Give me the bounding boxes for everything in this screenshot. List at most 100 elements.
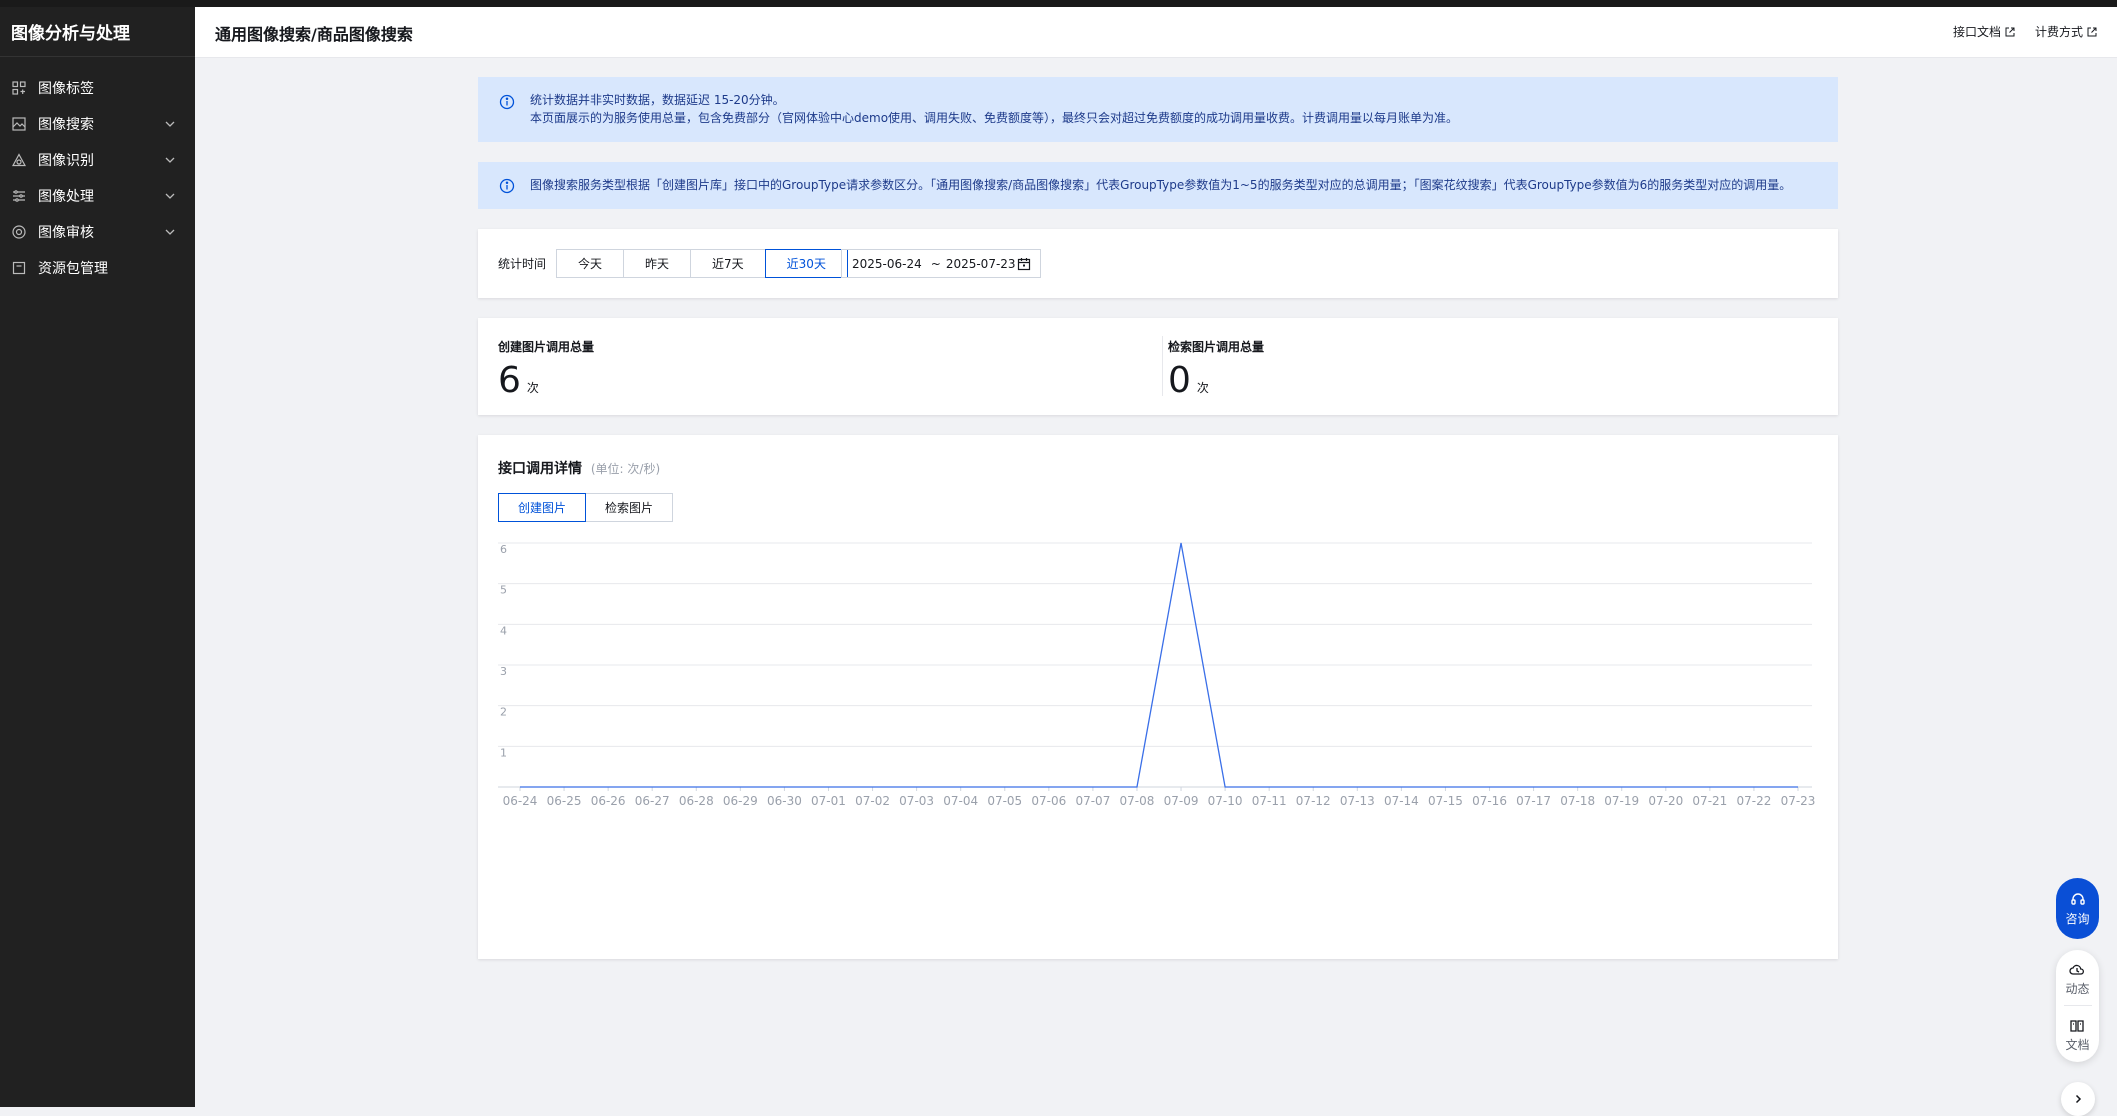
image-icon xyxy=(11,116,27,132)
external-link-icon xyxy=(2087,27,2097,37)
page-header: 通用图像搜索/商品图像搜索 接口文档 计费方式 xyxy=(195,7,2117,58)
x-tick-label: 06-27 xyxy=(635,794,670,808)
api-doc-link[interactable]: 接口文档 xyxy=(1953,23,2015,40)
chevron-down-icon xyxy=(163,117,177,131)
x-tick-label: 07-22 xyxy=(1736,794,1771,808)
search-total-label: 检索图片调用总量 xyxy=(1168,338,1264,355)
external-link-icon xyxy=(2005,27,2015,37)
sidebar-title: 图像分析与处理 xyxy=(0,7,195,57)
y-tick-label: 3 xyxy=(500,665,507,678)
info-icon xyxy=(499,94,515,110)
sidebar-item-label: 图像处理 xyxy=(38,186,94,206)
consult-label: 咨询 xyxy=(2065,910,2089,927)
shield-check-icon xyxy=(11,224,27,240)
cloud-update-icon xyxy=(2069,962,2085,978)
x-tick-label: 07-21 xyxy=(1692,794,1727,808)
x-tick-label: 07-02 xyxy=(855,794,890,808)
page-title: 通用图像搜索/商品图像搜索 xyxy=(215,21,413,45)
create-total-label: 创建图片调用总量 xyxy=(498,338,594,355)
consult-button[interactable]: 咨询 xyxy=(2056,878,2099,939)
y-tick-label: 2 xyxy=(500,706,507,719)
x-tick-label: 07-15 xyxy=(1428,794,1463,808)
stats-delay-notice: 统计数据并非实时数据，数据延迟 15-20分钟。 本页面展示的为服务使用总量，包… xyxy=(478,77,1838,142)
range-7days-button[interactable]: 近7天 xyxy=(690,249,765,278)
x-tick-label: 07-11 xyxy=(1252,794,1287,808)
y-tick-label: 6 xyxy=(500,543,507,556)
search-total-unit: 次 xyxy=(1197,379,1209,396)
sidebar-item-image-moderation[interactable]: 图像审核 xyxy=(0,214,195,250)
search-total-stat: 检索图片调用总量 0 次 xyxy=(1168,338,1264,401)
x-tick-label: 07-16 xyxy=(1472,794,1507,808)
package-icon xyxy=(11,260,27,276)
x-tick-label: 07-18 xyxy=(1560,794,1595,808)
x-tick-label: 07-23 xyxy=(1781,794,1816,808)
sidebar-item-image-processing[interactable]: 图像处理 xyxy=(0,178,195,214)
x-tick-label: 07-07 xyxy=(1075,794,1110,808)
sidebar-menu: 图像标签 图像搜索 图像识别 图像处理 图像审 xyxy=(0,57,195,286)
time-range-group: 今天 昨天 近7天 近30天 xyxy=(556,249,848,278)
date-start: 2025-06-24 xyxy=(852,257,922,271)
tag-grid-icon xyxy=(11,80,27,96)
chevron-right-icon xyxy=(2072,1093,2084,1105)
billing-link[interactable]: 计费方式 xyxy=(2035,23,2097,40)
x-tick-label: 07-10 xyxy=(1208,794,1243,808)
docs-button[interactable]: 文档 xyxy=(2065,1018,2089,1053)
header-links: 接口文档 计费方式 xyxy=(1953,23,2097,40)
headset-icon xyxy=(2070,891,2086,907)
api-call-detail-card: 接口调用详情 (单位: 次/秒) 创建图片 检索图片 12345606-2406… xyxy=(478,435,1838,959)
x-tick-label: 07-04 xyxy=(943,794,978,808)
expand-button[interactable] xyxy=(2061,1082,2095,1116)
sidebar: 图像分析与处理 图像标签 图像搜索 图像识别 图像处理 xyxy=(0,7,195,1107)
docs-label: 文档 xyxy=(2065,1036,2089,1053)
x-tick-label: 07-05 xyxy=(987,794,1022,808)
create-total-stat: 创建图片调用总量 6 次 xyxy=(498,338,594,401)
range-today-button[interactable]: 今天 xyxy=(556,249,623,278)
api-doc-label: 接口文档 xyxy=(1953,23,2001,40)
chevron-down-icon xyxy=(163,153,177,167)
sidebar-item-image-tag[interactable]: 图像标签 xyxy=(0,70,195,106)
updates-label: 动态 xyxy=(2065,980,2089,997)
chevron-down-icon xyxy=(163,189,177,203)
stats-card: 创建图片调用总量 6 次 检索图片调用总量 0 次 xyxy=(478,318,1838,415)
y-tick-label: 5 xyxy=(500,584,507,597)
range-30days-button[interactable]: 近30天 xyxy=(765,249,848,278)
create-total-unit: 次 xyxy=(527,379,539,396)
sidebar-item-image-search[interactable]: 图像搜索 xyxy=(0,106,195,142)
info-icon xyxy=(499,178,515,194)
time-filter-label: 统计时间 xyxy=(498,255,546,272)
notice-line: 本页面展示的为服务使用总量，包含免费部分（官网体验中心demo使用、调用失败、免… xyxy=(530,109,1818,127)
x-tick-label: 06-28 xyxy=(679,794,714,808)
y-tick-label: 4 xyxy=(500,624,507,637)
x-tick-label: 07-14 xyxy=(1384,794,1419,808)
notice-line: 图像搜索服务类型根据「创建图片库」接口中的GroupType请求参数区分。「通用… xyxy=(530,176,1818,194)
x-tick-label: 07-19 xyxy=(1604,794,1639,808)
floating-panel: 动态 文档 xyxy=(2056,950,2099,1062)
x-tick-label: 07-03 xyxy=(899,794,934,808)
x-tick-label: 07-17 xyxy=(1516,794,1551,808)
chevron-down-icon xyxy=(163,225,177,239)
x-tick-label: 07-13 xyxy=(1340,794,1375,808)
x-tick-label: 07-09 xyxy=(1164,794,1199,808)
date-range-picker[interactable]: 2025-06-24 ~ 2025-07-23 xyxy=(841,249,1041,278)
group-type-notice: 图像搜索服务类型根据「创建图片库」接口中的GroupType请求参数区分。「通用… xyxy=(478,162,1838,209)
sidebar-item-label: 图像搜索 xyxy=(38,114,94,134)
billing-label: 计费方式 xyxy=(2035,23,2083,40)
sidebar-item-image-recognition[interactable]: 图像识别 xyxy=(0,142,195,178)
search-total-value: 0 xyxy=(1168,361,1191,401)
floating-divider xyxy=(2064,1005,2092,1006)
calendar-icon xyxy=(1017,257,1031,271)
create-total-value: 6 xyxy=(498,361,521,401)
main-content: 统计数据并非实时数据，数据延迟 15-20分钟。 本页面展示的为服务使用总量，包… xyxy=(478,77,1838,959)
top-strip xyxy=(0,0,2117,7)
date-end: 2025-07-23 xyxy=(946,257,1016,271)
x-tick-label: 07-08 xyxy=(1120,794,1155,808)
updates-button[interactable]: 动态 xyxy=(2065,962,2089,997)
x-tick-label: 07-12 xyxy=(1296,794,1331,808)
x-tick-label: 06-29 xyxy=(723,794,758,808)
x-tick-label: 06-24 xyxy=(503,794,538,808)
x-tick-label: 06-25 xyxy=(547,794,582,808)
sidebar-item-package-management[interactable]: 资源包管理 xyxy=(0,250,195,286)
x-tick-label: 07-20 xyxy=(1648,794,1683,808)
sliders-icon xyxy=(11,188,27,204)
range-yesterday-button[interactable]: 昨天 xyxy=(623,249,690,278)
